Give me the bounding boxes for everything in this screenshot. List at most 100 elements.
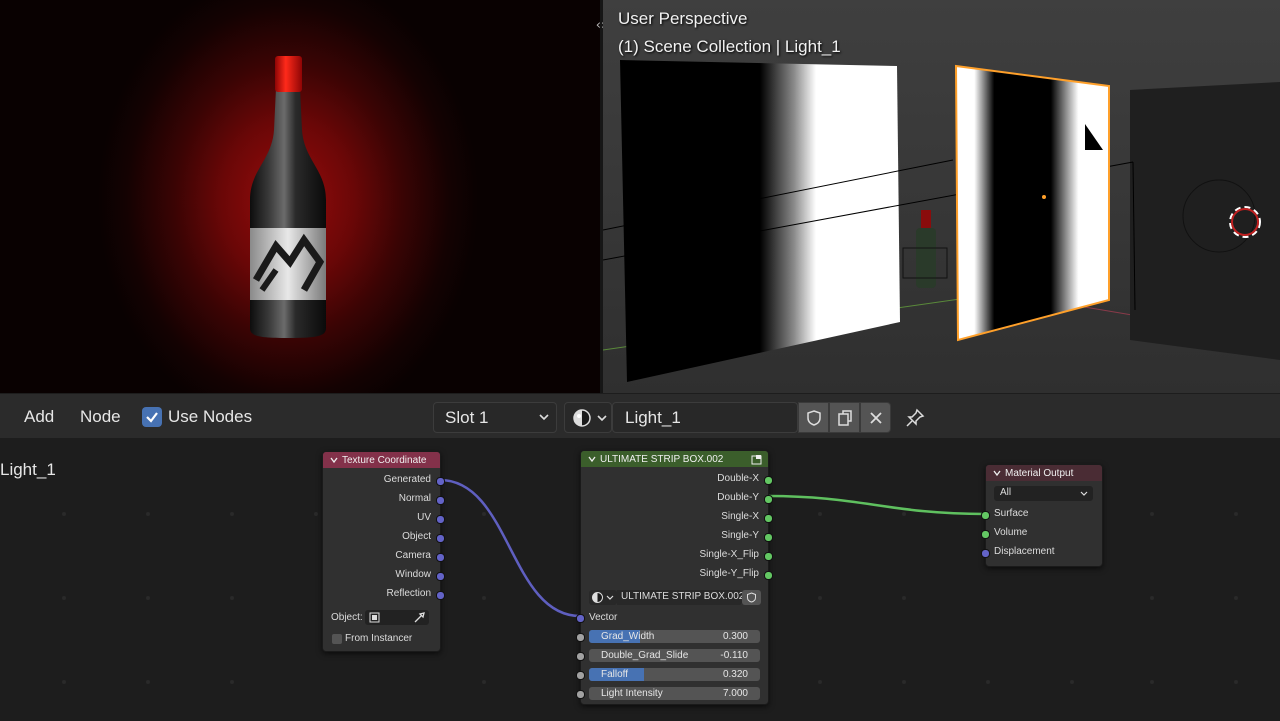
collapse-icon[interactable] (587, 454, 597, 464)
grad-width-label: Grad_Width (601, 631, 655, 642)
socket-grad-width[interactable] (576, 633, 585, 642)
viewport-scene (603, 60, 1280, 382)
socket-single-x[interactable] (764, 514, 773, 523)
input-displacement-label: Displacement (994, 546, 1055, 557)
object-label: Object: (331, 612, 363, 623)
link-generated-to-vector (439, 478, 581, 618)
output-double-y: Double-Y (717, 492, 759, 503)
input-grad-width-field[interactable]: Grad_Width 0.300 (589, 630, 760, 643)
falloff-value: 0.320 (722, 669, 748, 680)
input-double-grad-slide-field[interactable]: Double_Grad_Slide -0.110 (589, 649, 760, 662)
unlink-material-button[interactable] (860, 402, 891, 433)
fake-user-button[interactable] (798, 402, 829, 433)
output-reflection: Reflection (386, 588, 431, 599)
group-browse-button[interactable] (589, 590, 617, 605)
output-uv: UV (417, 512, 431, 523)
group-fake-user-button[interactable] (742, 590, 761, 605)
menu-add[interactable]: Add (24, 407, 54, 427)
grad-width-value: 0.300 (722, 631, 748, 642)
object-field[interactable] (365, 610, 429, 625)
socket-single-y-flip[interactable] (764, 571, 773, 580)
target-dropdown[interactable]: All (994, 486, 1093, 501)
collapse-icon[interactable] (992, 468, 1002, 478)
output-camera: Camera (395, 550, 431, 561)
socket-object[interactable] (436, 534, 445, 543)
eyedropper-icon[interactable] (414, 612, 425, 623)
output-normal: Normal (398, 493, 431, 504)
pin-icon (906, 408, 925, 427)
chevron-down-icon (538, 409, 550, 428)
material-name-value: Light_1 (625, 408, 681, 427)
material-name-field[interactable]: Light_1 (612, 402, 798, 433)
texture-coordinate-node[interactable]: Texture Coordinate Generated Normal UV O… (322, 451, 445, 652)
socket-window[interactable] (436, 572, 445, 581)
socket-volume[interactable] (981, 530, 990, 539)
socket-generated[interactable] (436, 477, 445, 486)
socket-double-grad-slide[interactable] (576, 652, 585, 661)
copy-icon (837, 409, 852, 426)
material-browse-button[interactable] (564, 402, 612, 433)
output-generated: Generated (383, 474, 431, 485)
falloff-label: Falloff (601, 669, 629, 680)
use-nodes-label: Use Nodes (168, 407, 253, 426)
node-tree-icon (592, 592, 603, 603)
shield-icon (747, 592, 756, 603)
render-preview (0, 0, 600, 393)
chevron-down-icon (1080, 491, 1088, 496)
material-output-node[interactable]: Material Output All Surface Volume Displ… (981, 464, 1103, 567)
chevron-down-icon (606, 595, 614, 600)
group-name-field[interactable]: ULTIMATE STRIP BOX.002 (617, 590, 745, 605)
from-instancer-label: From Instancer (345, 633, 413, 644)
socket-vector-input[interactable] (576, 614, 585, 623)
target-value: All (1000, 487, 1012, 498)
texture-coordinate-header[interactable]: Texture Coordinate (323, 452, 440, 468)
3d-viewport[interactable] (603, 0, 1280, 393)
menu-node[interactable]: Node (80, 407, 121, 427)
slot-value: Slot 1 (445, 408, 489, 427)
socket-light-intensity[interactable] (576, 690, 585, 699)
input-falloff-field[interactable]: Falloff 0.320 (589, 668, 760, 681)
socket-single-y[interactable] (764, 533, 773, 542)
group-name-value: ULTIMATE STRIP BOX.002 (621, 591, 745, 602)
wine-bottle-render (250, 56, 326, 338)
collapse-icon[interactable] (329, 455, 339, 465)
pin-button[interactable] (902, 405, 928, 431)
strip-box-header[interactable]: ULTIMATE STRIP BOX.002 (581, 451, 768, 467)
shield-icon (806, 409, 821, 426)
node-group-icon[interactable] (751, 454, 762, 465)
input-volume-label: Volume (994, 527, 1028, 538)
input-surface-label: Surface (994, 508, 1029, 519)
duplicate-material-button[interactable] (829, 402, 860, 433)
close-icon (869, 411, 882, 424)
material-output-header[interactable]: Material Output (986, 465, 1102, 481)
slot-dropdown[interactable]: Slot 1 (433, 402, 557, 433)
material-sphere-icon (572, 408, 592, 432)
socket-surface[interactable] (981, 511, 990, 520)
double-grad-slide-value: -0.110 (720, 650, 748, 661)
chevron-down-icon (596, 410, 608, 429)
output-single-y: Single-Y (721, 530, 759, 541)
socket-normal[interactable] (436, 496, 445, 505)
socket-falloff[interactable] (576, 671, 585, 680)
from-instancer-checkbox[interactable] (332, 634, 342, 644)
output-single-x-flip: Single-X_Flip (699, 549, 759, 560)
socket-uv[interactable] (436, 515, 445, 524)
output-double-x: Double-X (717, 473, 759, 484)
socket-single-x-flip[interactable] (764, 552, 773, 561)
socket-double-y[interactable] (764, 495, 773, 504)
light-intensity-value: 7.000 (722, 688, 748, 699)
node-title: ULTIMATE STRIP BOX.002 (600, 453, 724, 465)
socket-double-x[interactable] (764, 476, 773, 485)
socket-camera[interactable] (436, 553, 445, 562)
input-light-intensity-field[interactable]: Light Intensity 7.000 (589, 687, 760, 700)
output-single-x: Single-X (721, 511, 759, 522)
node-title: Material Output (1005, 467, 1074, 479)
menu-view-cutoff[interactable]: : (0, 407, 1, 427)
strip-box-group-node[interactable]: ULTIMATE STRIP BOX.002 Double-X Double-Y… (576, 450, 773, 705)
output-single-y-flip: Single-Y_Flip (699, 568, 759, 579)
socket-reflection[interactable] (436, 591, 445, 600)
use-nodes-checkbox[interactable] (142, 407, 162, 427)
socket-displacement[interactable] (981, 549, 990, 558)
output-object: Object (402, 531, 431, 542)
checkmark-icon (146, 412, 158, 423)
